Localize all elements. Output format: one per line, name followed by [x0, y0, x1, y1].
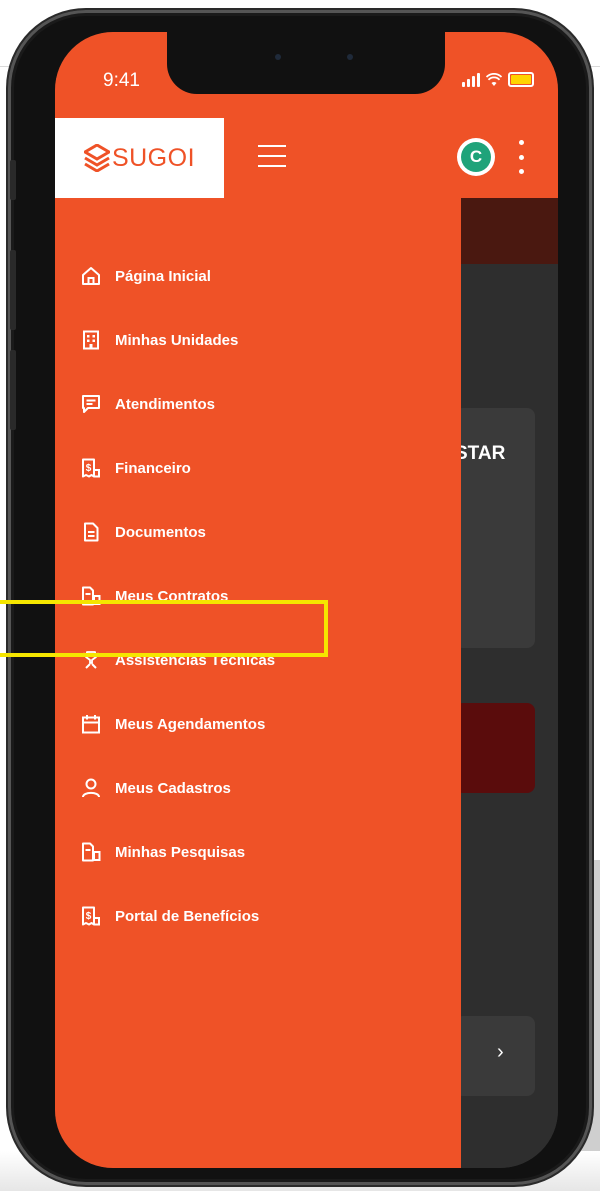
menu-toggle-button[interactable] [258, 145, 286, 167]
menu-item-portal-de-beneficios[interactable]: $ Portal de Benefícios [81, 906, 259, 926]
benefits-icon: $ [82, 906, 100, 926]
menu-item-label: Página Inicial [115, 267, 211, 285]
menu-item-label: Atendimentos [115, 395, 216, 413]
volume-down-button [10, 350, 16, 430]
building-icon [83, 330, 99, 350]
menu-item-label: Meus Agendamentos [115, 715, 266, 733]
background-list-row [455, 1016, 535, 1096]
menu-item-meus-cadastros[interactable]: Meus Cadastros [81, 778, 231, 798]
volume-up-button [10, 250, 16, 330]
more-options-icon[interactable] [517, 140, 525, 174]
menu-item-documentos[interactable]: Documentos [81, 522, 206, 542]
background-card-title: STAR [455, 443, 506, 464]
menu-item-label: Minhas Unidades [115, 331, 239, 349]
signal-icon [462, 72, 480, 87]
menu-item-label: Minhas Pesquisas [115, 843, 246, 861]
menu-item-meus-agendamentos[interactable]: Meus Agendamentos [81, 714, 265, 734]
chat-icon [82, 395, 100, 413]
battery-icon [508, 72, 534, 87]
svg-text:$: $ [86, 463, 92, 474]
menu-item-minhas-unidades[interactable]: Minhas Unidades [81, 330, 238, 350]
home-icon [82, 267, 100, 285]
menu-item-financeiro[interactable]: $ Financeiro [81, 458, 191, 478]
document-icon [84, 522, 99, 542]
mute-switch [10, 160, 16, 200]
menu-item-label: Meus Cadastros [115, 779, 231, 797]
menu-item-atendimentos[interactable]: Atendimentos [81, 394, 215, 414]
wifi-icon [486, 72, 502, 86]
survey-icon [82, 842, 101, 862]
app-header: SUGOI C [55, 118, 558, 198]
svg-text:$: $ [86, 911, 92, 922]
brand-name: SUGOI [111, 143, 196, 172]
menu-item-label: Financeiro [115, 459, 191, 477]
sugoi-logo-icon [83, 144, 110, 172]
user-icon [82, 778, 100, 798]
status-icons [462, 72, 534, 87]
receipt-icon: $ [82, 458, 100, 478]
background-alert-card [455, 703, 535, 793]
calendar-icon [82, 715, 100, 734]
status-time: 9:41 [103, 70, 140, 91]
avatar[interactable]: C [457, 138, 495, 176]
background-banner [455, 198, 558, 264]
side-drawer: Página Inicial Minhas Unidades Atendimen… [55, 198, 461, 1168]
phone-notch [167, 32, 445, 94]
menu-item-minhas-pesquisas[interactable]: Minhas Pesquisas [81, 842, 245, 862]
menu-item-label: Documentos [115, 523, 206, 541]
brand-logo[interactable]: SUGOI [55, 118, 224, 198]
chevron-right-icon: › [497, 1041, 504, 1063]
avatar-letter: C [461, 142, 491, 172]
menu-item-pagina-inicial[interactable]: Página Inicial [81, 266, 211, 286]
highlight-box [0, 600, 328, 657]
menu-item-label: Portal de Benefícios [115, 907, 260, 925]
